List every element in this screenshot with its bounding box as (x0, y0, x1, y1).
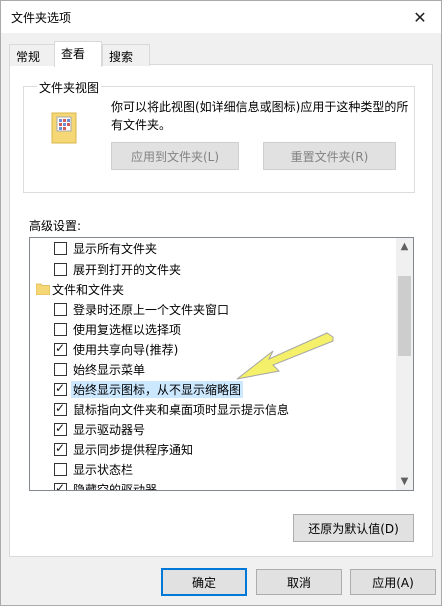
checkbox[interactable] (54, 323, 67, 336)
tab-search[interactable]: 搜索 (102, 44, 150, 66)
checkbox-checked[interactable] (54, 341, 67, 356)
list-item-label: 文件和文件夹 (52, 283, 125, 297)
reset-folders-button[interactable]: 重置文件夹(R) (263, 142, 396, 170)
title-bar: 文件夹选项 ✕ (1, 1, 441, 33)
list-item-label: 显示驱动器号 (73, 423, 146, 437)
scroll-thumb[interactable] (398, 276, 411, 356)
list-item-sync-provider-notifications[interactable]: 显示同步提供程序通知 (30, 439, 396, 459)
checkbox[interactable] (54, 463, 67, 476)
list-item-use-checkboxes[interactable]: 使用复选框以选择项 (30, 319, 396, 339)
list-item-sharing-wizard[interactable]: 使用共享向导(推荐) (30, 339, 396, 359)
list-item-label: 鼠标指向文件夹和桌面项时显示提示信息 (73, 403, 290, 417)
list-item-always-show-icons[interactable]: 始终显示图标，从不显示缩略图 (30, 379, 396, 399)
list-item-expand-to-open-folder[interactable]: 展开到打开的文件夹 (30, 259, 396, 279)
list-item-label: 展开到打开的文件夹 (73, 263, 182, 277)
apply-to-folders-button[interactable]: 应用到文件夹(L) (111, 142, 239, 170)
list-item-label: 使用复选框以选择项 (73, 323, 182, 337)
list-item-show-all-folders[interactable]: 显示所有文件夹 (30, 238, 396, 258)
apply-button[interactable]: 应用(A) (350, 569, 436, 595)
list-item-always-show-menus[interactable]: 始终显示菜单 (30, 359, 396, 379)
tab-search-label: 搜索 (109, 50, 134, 64)
folder-views-label: 文件夹视图 (37, 79, 102, 96)
scroll-up-arrow-icon[interactable]: ▲ (396, 238, 413, 255)
checkbox[interactable] (54, 303, 67, 316)
checkbox-checked[interactable] (54, 481, 67, 490)
folder-views-icon (51, 112, 77, 144)
list-item-restore-folder-windows[interactable]: 登录时还原上一个文件夹窗口 (30, 299, 396, 319)
advanced-settings-label: 高级设置: (29, 219, 82, 233)
list-item-label: 显示所有文件夹 (73, 242, 158, 256)
vertical-scrollbar[interactable]: ▲ ▼ (396, 238, 413, 490)
tab-view-label: 查看 (61, 47, 86, 61)
cancel-button[interactable]: 取消 (256, 569, 342, 595)
checkbox[interactable] (54, 363, 67, 376)
close-icon[interactable]: ✕ (399, 1, 441, 33)
list-item-label: 始终显示图标，从不显示缩略图 (71, 381, 244, 398)
folder-options-dialog: 文件夹选项 ✕ 常规 查看 搜索 文件夹视图 你可以将此视图(如详细信息或图标)… (0, 0, 442, 606)
restore-defaults-button[interactable]: 还原为默认值(D) (293, 514, 414, 542)
list-item-show-drive-letters[interactable]: 显示驱动器号 (30, 419, 396, 439)
checkbox-checked[interactable] (54, 401, 67, 416)
checkbox-checked[interactable] (54, 441, 67, 456)
list-item-hide-empty-drives[interactable]: 隐藏空的驱动器 (30, 479, 396, 491)
checkbox[interactable] (54, 263, 67, 276)
list-item-show-status-bar[interactable]: 显示状态栏 (30, 459, 396, 479)
list-item-files-and-folders[interactable]: 文件和文件夹 (30, 279, 396, 299)
ok-button[interactable]: 确定 (161, 568, 247, 596)
tab-view[interactable]: 查看 (54, 41, 102, 67)
advanced-settings-tree[interactable]: 显示所有文件夹 展开到打开的文件夹 文件和文件夹 登录时还原上一个文件夹窗口 使… (29, 237, 414, 491)
list-item-label: 隐藏空的驱动器 (73, 483, 158, 491)
tab-general[interactable]: 常规 (9, 44, 55, 66)
folder-views-description: 你可以将此视图(如详细信息或图标)应用于这种类型的所有文件夹。 (111, 100, 409, 132)
window-title: 文件夹选项 (11, 11, 72, 25)
tab-general-label: 常规 (16, 50, 41, 64)
list-item-label: 显示状态栏 (73, 463, 134, 477)
folder-icon (36, 283, 50, 295)
list-item-label: 始终显示菜单 (73, 363, 146, 377)
checkbox-checked[interactable] (54, 381, 67, 396)
checkbox-checked[interactable] (54, 421, 67, 436)
list-item-label: 使用共享向导(推荐) (73, 343, 179, 357)
list-item-label: 登录时还原上一个文件夹窗口 (73, 303, 230, 317)
scroll-down-arrow-icon[interactable]: ▼ (396, 473, 413, 490)
list-item-show-popup-description[interactable]: 鼠标指向文件夹和桌面项时显示提示信息 (30, 399, 396, 419)
checkbox[interactable] (54, 242, 67, 255)
list-item-label: 显示同步提供程序通知 (73, 443, 194, 457)
